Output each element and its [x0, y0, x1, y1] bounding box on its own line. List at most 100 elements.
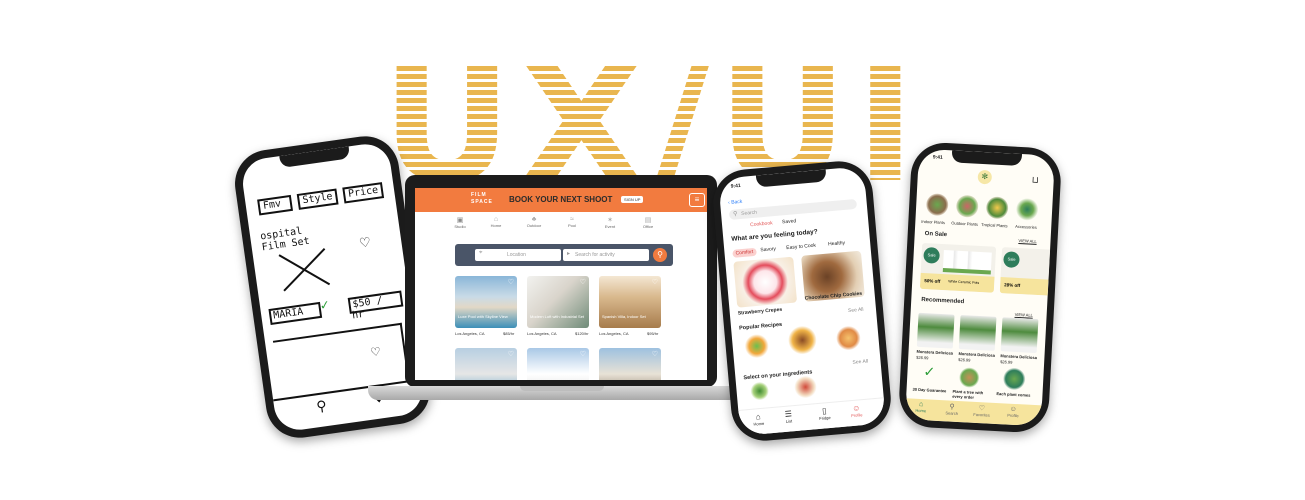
category-office[interactable]: ▤ Office: [635, 216, 661, 229]
sketch-filter-2[interactable]: Style: [296, 188, 339, 210]
plant-phone: 9:41 ✻ ⊔ Indoor Plants Outdoor Plants Tr…: [897, 141, 1063, 434]
sale-card-2[interactable]: Sale 28% off: [999, 247, 1051, 296]
listing-card-5[interactable]: ♡: [527, 348, 589, 380]
mood-chip-easy[interactable]: Easy to Cook: [786, 243, 816, 252]
popular-salad-image[interactable]: [743, 333, 770, 360]
nav-list[interactable]: ☰ List: [784, 409, 792, 424]
recipe-phone: 9:41 ‹ Back ⚲ Search Cookbook Saved What…: [710, 158, 894, 444]
cart-icon[interactable]: ⊔: [1031, 175, 1039, 186]
category-label: Office: [642, 224, 654, 229]
nav-fridge[interactable]: ▯ Fridge: [818, 406, 831, 421]
activity-input[interactable]: ▸ Search for activity: [563, 249, 649, 261]
mood-chip-comfort[interactable]: Comfort: [732, 247, 757, 258]
nav-profile[interactable]: ☺ Profile: [850, 403, 863, 418]
popular-pasta-image[interactable]: [835, 325, 862, 352]
listing-card-3[interactable]: ♡ Spanish Villa, Indoor Set: [599, 276, 661, 328]
see-all-link-2[interactable]: See All: [852, 358, 868, 365]
search-icon[interactable]: ⚲: [315, 398, 327, 415]
mood-chip-savory[interactable]: Savory: [760, 246, 776, 253]
back-button[interactable]: ‹ Back: [728, 199, 743, 206]
host-name: MARIA: [272, 306, 305, 322]
nav-label: Fridge: [819, 414, 831, 421]
see-all-link[interactable]: See All: [848, 307, 864, 314]
activity-placeholder: Search for activity: [575, 252, 615, 258]
plant-logo-icon: ✻: [977, 169, 993, 185]
nav-home[interactable]: ⌂ Home: [753, 412, 764, 427]
product-card-3[interactable]: [1000, 317, 1039, 354]
sketch-card-2[interactable]: [272, 322, 409, 393]
search-field[interactable]: ⚲ Search: [728, 198, 858, 220]
heart-icon[interactable]: ♡: [508, 278, 514, 286]
nav-home[interactable]: ⌂ Home: [915, 401, 926, 413]
category-indoor-image[interactable]: [925, 193, 949, 217]
pool-icon: ≈: [570, 216, 574, 223]
product-price-1: $26.99: [916, 354, 929, 361]
sale-card-1[interactable]: Sale 50% off White Ceramic Pots: [919, 242, 997, 293]
mood-chip-healthy[interactable]: Healthy: [828, 240, 845, 247]
heart-icon[interactable]: ♡: [508, 350, 514, 358]
product-card-2[interactable]: [958, 315, 997, 351]
promo-guarantee: 30 Day Guarantee: [912, 386, 947, 394]
listing-title: Spanish Villa, Indoor Set: [602, 314, 646, 319]
listing-location-1: Los Angeles, CA: [455, 331, 485, 336]
plant-tree-image: [958, 367, 980, 389]
category-row: ▣ Studio ⌂ Home ♣ Outdoor ≈ Pool ✶ Event ▤ Off…: [445, 216, 695, 236]
nav-favorites[interactable]: ♡ Favorites: [973, 404, 990, 418]
promo-tree: Plant a tree with every order: [952, 388, 984, 400]
listing-card-6[interactable]: ♡: [599, 348, 661, 380]
nav-label: Favorites: [973, 411, 990, 418]
listing-price-2: $120/hr: [575, 331, 589, 336]
location-input[interactable]: ⌖ Location: [475, 249, 561, 261]
sketch-filter-3[interactable]: Price: [342, 182, 385, 204]
listing-location-2: Los Angeles, CA: [527, 331, 557, 336]
heart-icon[interactable]: ♡: [580, 278, 586, 286]
nav-search[interactable]: ⚲ Search: [945, 402, 958, 416]
sketch-heart-icon[interactable]: ♡: [359, 232, 371, 252]
listing-location-3: Los Angeles, CA: [599, 331, 629, 336]
category-outdoor-image[interactable]: [955, 194, 979, 218]
category-studio[interactable]: ▣ Studio: [447, 216, 473, 229]
recommended-heading: Recommended: [921, 296, 965, 306]
studio-icon: ▣: [456, 217, 464, 224]
filmspace-logo: FILM SPACE: [471, 192, 493, 206]
category-pool[interactable]: ≈ Pool: [559, 216, 585, 228]
signup-button[interactable]: SIGN UP: [621, 196, 644, 203]
heart-icon[interactable]: ♡: [652, 278, 658, 286]
sketch-name-box: MARIA: [268, 301, 323, 325]
sketch-filter-1[interactable]: Fmv: [257, 194, 294, 216]
nav-profile[interactable]: ☺ Profile: [1007, 406, 1019, 418]
heart-icon[interactable]: ♡: [580, 350, 586, 358]
status-time: 9:41: [730, 182, 742, 190]
product-card-1[interactable]: [916, 312, 955, 349]
category-label-indoor: Indoor Plants: [921, 218, 946, 226]
menu-icon[interactable]: ≡: [689, 193, 705, 207]
filmspace-headline: BOOK YOUR NEXT SHOOT: [509, 195, 613, 204]
office-icon: ▤: [644, 217, 652, 224]
category-tropical-image[interactable]: [985, 196, 1009, 220]
category-accessories-image[interactable]: [1015, 197, 1039, 221]
category-home[interactable]: ⌂ Home: [483, 216, 509, 228]
listing-card-1[interactable]: ♡ Luxe Pool with Skyline View: [455, 276, 517, 328]
tab-cookbook[interactable]: Cookbook: [750, 220, 773, 228]
popular-heading: Popular Recipes: [738, 321, 783, 332]
filter-label: Style: [301, 191, 334, 207]
view-all-link[interactable]: VIEW ALL: [1018, 238, 1036, 244]
tab-saved[interactable]: Saved: [782, 218, 797, 225]
category-outdoor[interactable]: ♣ Outdoor: [521, 216, 547, 228]
logo-line-2: SPACE: [471, 199, 493, 205]
sale-discount: 28% off: [1004, 282, 1021, 289]
listing-card-2[interactable]: ♡ Modern Loft with Industrial Set: [527, 276, 589, 328]
recipe-image-crepes[interactable]: [733, 256, 798, 308]
event-icon: ✶: [607, 217, 613, 224]
sale-footer: 50% off White Ceramic Pots: [919, 272, 995, 293]
ingredient-salad-image[interactable]: [749, 381, 770, 401]
heart-icon[interactable]: ♡: [652, 350, 658, 358]
view-all-link-2[interactable]: VIEW ALL: [1015, 312, 1033, 318]
listing-card-4[interactable]: ♡: [455, 348, 517, 380]
guarantee-check-icon: ✓: [923, 363, 936, 380]
ingredient-bowl-image[interactable]: [793, 375, 818, 399]
popular-burger-image[interactable]: [787, 324, 818, 356]
sale-footer: 28% off: [999, 277, 1049, 296]
search-button[interactable]: ⚲: [653, 248, 667, 262]
category-event[interactable]: ✶ Event: [597, 216, 623, 229]
